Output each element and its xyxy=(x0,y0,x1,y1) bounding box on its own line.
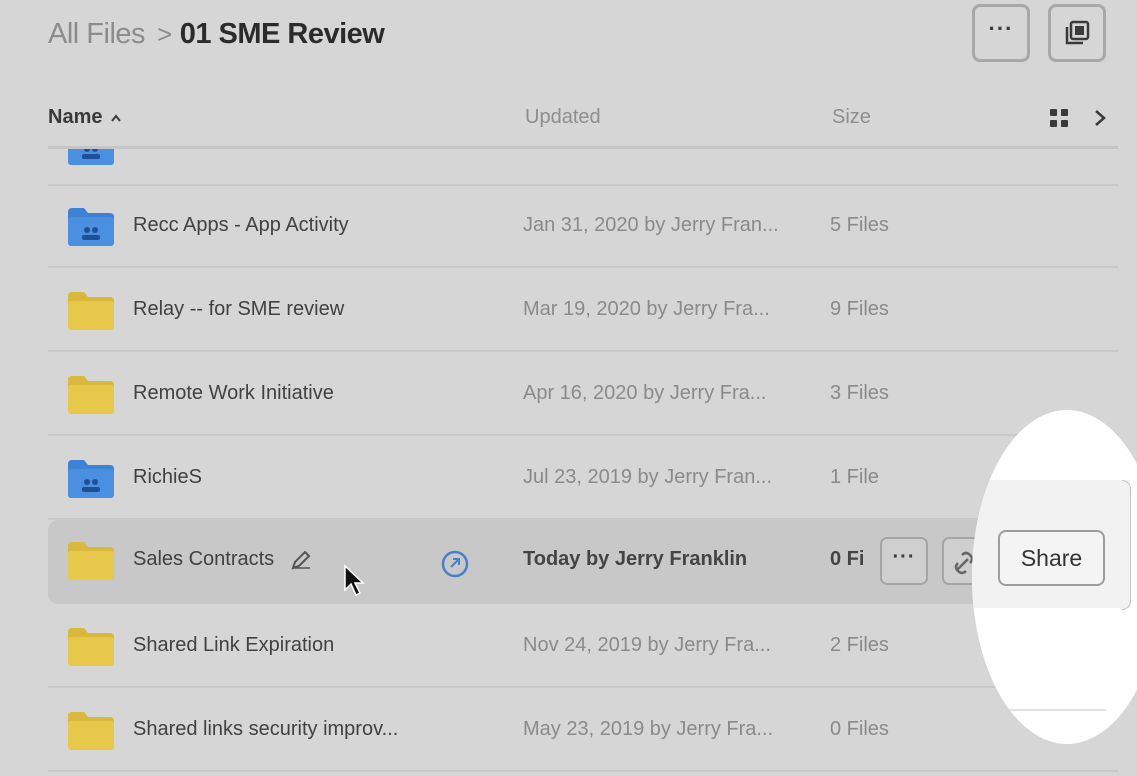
item-size: 0 Files xyxy=(830,718,889,740)
more-icon: ··· xyxy=(892,546,916,568)
item-updated: Today by Jerry Franklin xyxy=(523,548,748,570)
column-header-name-label: Name xyxy=(48,106,103,128)
item-updated: Apr 16, 2020 by Jerry Fra... xyxy=(523,382,767,404)
breadcrumb-separator: > xyxy=(157,18,172,49)
folder-icon xyxy=(68,292,114,330)
item-updated: Mar 19, 2020 by Jerry Fra... xyxy=(523,298,770,320)
list-item[interactable]: Recc Apps - App Activity Jan 31, 2020 by… xyxy=(48,186,1118,268)
item-updated: Jul 23, 2019 by Jerry Fran... xyxy=(523,466,773,488)
list-item-selected[interactable]: Sales Contracts Today by Jerry Franklin … xyxy=(48,520,1118,604)
more-icon: ··· xyxy=(988,16,1014,41)
spotlight-divider xyxy=(972,709,1106,711)
collaborated-folder-icon xyxy=(68,149,114,165)
item-size: 0 Fi xyxy=(830,548,865,570)
folder-more-options-button[interactable]: ··· xyxy=(972,4,1030,62)
breadcrumb: All Files > 01 SME Review xyxy=(48,14,385,54)
list-item[interactable]: Shared Link Expiration Nov 24, 2019 by J… xyxy=(48,606,1118,688)
breadcrumb-current-folder: 01 SME Review xyxy=(179,17,385,50)
list-item[interactable]: RichieS Jul 23, 2019 by Jerry Fran... 1 … xyxy=(48,438,1118,520)
share-button[interactable]: Share xyxy=(998,530,1105,586)
folder-icon xyxy=(68,628,114,666)
column-header-size[interactable]: Size xyxy=(832,106,871,129)
collaborated-folder-icon xyxy=(68,460,114,498)
item-size: 5 Files xyxy=(830,214,889,236)
column-header-name[interactable]: Name xyxy=(48,106,121,129)
item-name[interactable]: Recc Apps - App Activity xyxy=(133,214,349,237)
item-size: 2 Files xyxy=(830,634,889,656)
folder-icon xyxy=(68,712,114,750)
chevron-right-icon[interactable] xyxy=(1091,108,1109,128)
item-name[interactable]: Shared Link Expiration xyxy=(133,634,334,657)
list-item[interactable]: Remote Work Initiative Apr 16, 2020 by J… xyxy=(48,354,1118,436)
item-name[interactable]: Relay -- for SME review xyxy=(133,298,344,321)
sort-ascending-icon xyxy=(111,114,121,122)
item-name[interactable]: Remote Work Initiative xyxy=(133,382,334,405)
list-item[interactable]: Relay -- for SME review Mar 19, 2020 by … xyxy=(48,270,1118,352)
item-more-options-button[interactable]: ··· xyxy=(880,537,928,585)
item-updated: May 23, 2019 by Jerry Fra... xyxy=(523,718,774,740)
copy-icon xyxy=(1065,20,1090,45)
partial-list-item xyxy=(48,149,1118,186)
item-size: 1 File xyxy=(830,466,879,488)
folder-icon xyxy=(68,376,114,414)
item-name[interactable]: Sales Contracts xyxy=(133,548,274,571)
shared-link-icon[interactable] xyxy=(441,550,469,578)
folder-icon xyxy=(68,542,114,580)
item-updated: Jan 31, 2020 by Jerry Fran... xyxy=(523,214,779,236)
panel-edge xyxy=(1122,480,1131,610)
sidebar-toggle-button[interactable] xyxy=(1048,4,1106,62)
pencil-icon[interactable] xyxy=(290,549,312,571)
item-name[interactable]: Shared links security improv... xyxy=(133,718,398,741)
item-size: 3 Files xyxy=(830,382,889,404)
item-size: 9 Files xyxy=(830,298,889,320)
collaborated-folder-icon xyxy=(68,208,114,246)
item-name[interactable]: RichieS xyxy=(133,466,202,489)
item-updated: Nov 24, 2019 by Jerry Fra... xyxy=(523,634,771,656)
mouse-cursor-icon xyxy=(344,564,365,597)
breadcrumb-all-files[interactable]: All Files xyxy=(48,18,146,51)
column-header-updated[interactable]: Updated xyxy=(525,106,601,129)
list-item[interactable]: Shared links security improv... May 23, … xyxy=(48,690,1118,772)
grid-view-icon[interactable] xyxy=(1049,108,1069,128)
